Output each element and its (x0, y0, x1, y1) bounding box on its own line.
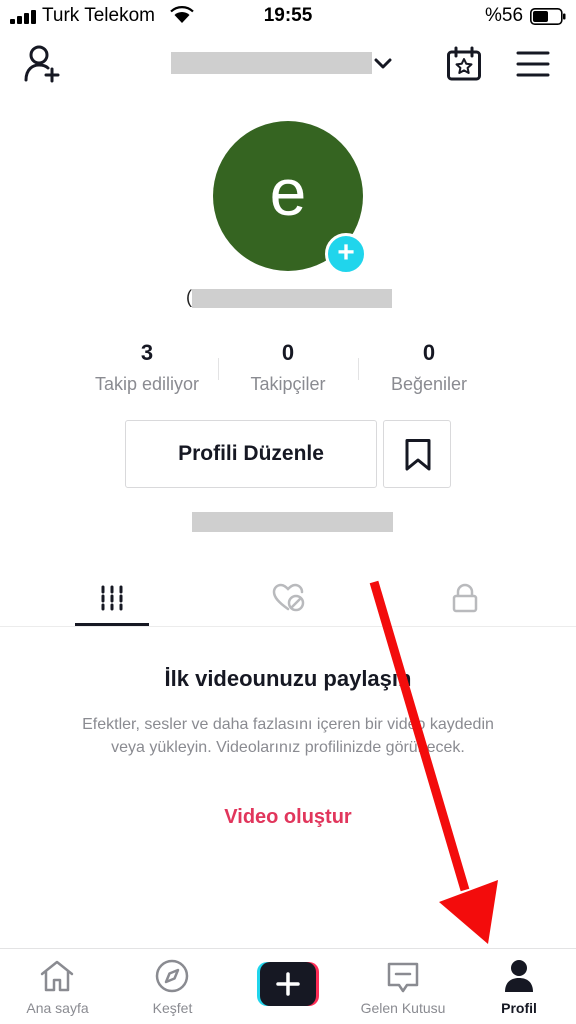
stat-value: 3 (140, 340, 154, 365)
stat-label: Takip ediliyor (94, 374, 200, 394)
home-icon (40, 960, 74, 992)
handle-redacted (192, 289, 392, 308)
nav-label: Profil (501, 1000, 537, 1016)
stat-label: Beğeniler (390, 374, 468, 394)
calendar-star-icon[interactable] (446, 46, 482, 82)
nav-label: Ana sayfa (26, 1000, 89, 1016)
status-bar: Turk Telekom 19:55 %56 (0, 0, 576, 34)
empty-state-title: İlk videounuzu paylaşın (164, 666, 412, 691)
favorites-button[interactable] (383, 420, 451, 488)
heart-hidden-icon (272, 583, 305, 612)
nav-label: Gelen Kutusu (360, 1000, 446, 1016)
person-icon (505, 960, 533, 992)
inbox-icon (387, 962, 419, 993)
tab-divider (0, 626, 576, 627)
nav-discover[interactable]: Keşfet (125, 949, 220, 1024)
stat-value: 0 (422, 340, 436, 365)
chevron-down-icon[interactable] (373, 57, 393, 71)
create-video-link[interactable]: Video oluştur (0, 806, 576, 829)
add-friend-icon[interactable] (23, 45, 63, 83)
username-redacted[interactable] (171, 52, 372, 74)
lock-icon (452, 583, 478, 613)
tab-liked[interactable] (192, 575, 384, 625)
nav-home[interactable]: Ana sayfa (10, 949, 105, 1024)
grid-icon (101, 585, 123, 611)
nav-profile[interactable]: Profil (472, 949, 566, 1024)
menu-icon[interactable] (516, 50, 550, 78)
stat-likes[interactable]: 0 Beğeniler (349, 340, 509, 395)
empty-state-description: Efektler, sesler ve daha fazlasını içere… (82, 716, 494, 756)
tab-private[interactable] (368, 575, 560, 625)
stat-label: Takipçiler (250, 374, 326, 394)
compass-icon (155, 959, 189, 993)
bookmark-icon (405, 439, 431, 471)
create-button[interactable] (257, 962, 319, 1006)
tab-videos[interactable] (16, 575, 208, 625)
stat-value: 0 (281, 340, 295, 365)
edit-profile-button[interactable]: Profili Düzenle (125, 420, 377, 488)
nav-inbox[interactable]: Gelen Kutusu (350, 949, 456, 1024)
stat-followers[interactable]: 0 Takipçiler (208, 340, 368, 395)
stat-following[interactable]: 3 Takip ediliyor (67, 340, 227, 395)
nav-label: Keşfet (152, 1000, 193, 1016)
battery-percent: %56 (485, 5, 524, 26)
battery-icon (530, 8, 566, 25)
add-photo-button[interactable]: + (325, 233, 367, 275)
bio-redacted (192, 512, 393, 532)
